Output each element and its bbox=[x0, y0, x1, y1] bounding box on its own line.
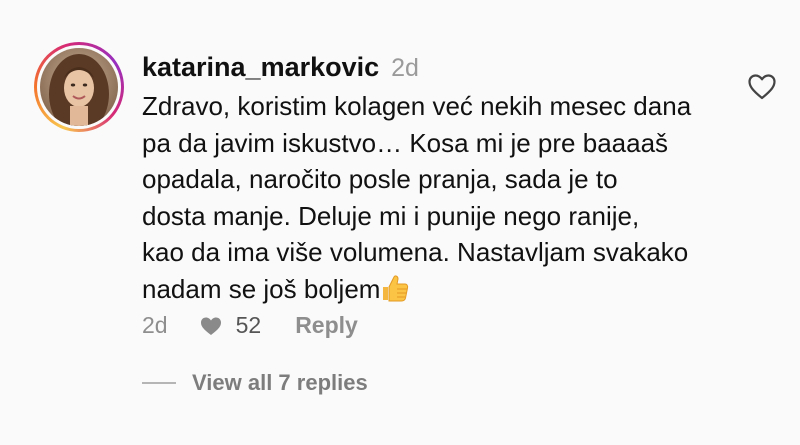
comment-last-line: nadam se još boljem bbox=[142, 271, 732, 308]
username[interactable]: katarina_markovic bbox=[142, 52, 379, 83]
comment-line: dosta manje. Deluje mi i punije nego ran… bbox=[142, 200, 640, 231]
comment: katarina_markovic 2d Zdravo, koristim ko… bbox=[0, 0, 800, 445]
reply-button[interactable]: Reply bbox=[295, 312, 358, 339]
comment-header: katarina_markovic 2d bbox=[142, 52, 419, 83]
thumbs-up-icon bbox=[383, 274, 409, 301]
footer-time: 2d bbox=[142, 312, 168, 338]
heart-outline-icon[interactable] bbox=[748, 74, 776, 100]
story-ring[interactable] bbox=[34, 42, 124, 132]
comment-line: kao da ima više volumena. Nastavljam sva… bbox=[142, 237, 689, 267]
heart-filled-icon[interactable] bbox=[200, 316, 222, 336]
comment-line: pa da javim iskustvo… Kosa mi je pre baa… bbox=[142, 127, 669, 158]
comment-line: nadam se još boljem bbox=[142, 273, 381, 304]
comment-footer: 2d 52 Reply bbox=[142, 312, 358, 339]
comment-text: Zdravo, koristim kolagen već nekih mesec… bbox=[142, 88, 732, 307]
avatar-border bbox=[37, 45, 121, 129]
like-count: 52 bbox=[235, 312, 262, 338]
view-replies-button[interactable]: View all 7 replies bbox=[142, 370, 368, 396]
replies-divider bbox=[142, 382, 176, 384]
avatar bbox=[40, 48, 118, 126]
view-replies-label: View all 7 replies bbox=[192, 370, 368, 395]
comment-time: 2d bbox=[391, 54, 419, 82]
comment-line: opadala, naročito posle pranja, sada je … bbox=[142, 164, 618, 194]
comment-line: Zdravo, koristim kolagen već nekih mesec… bbox=[142, 91, 692, 121]
